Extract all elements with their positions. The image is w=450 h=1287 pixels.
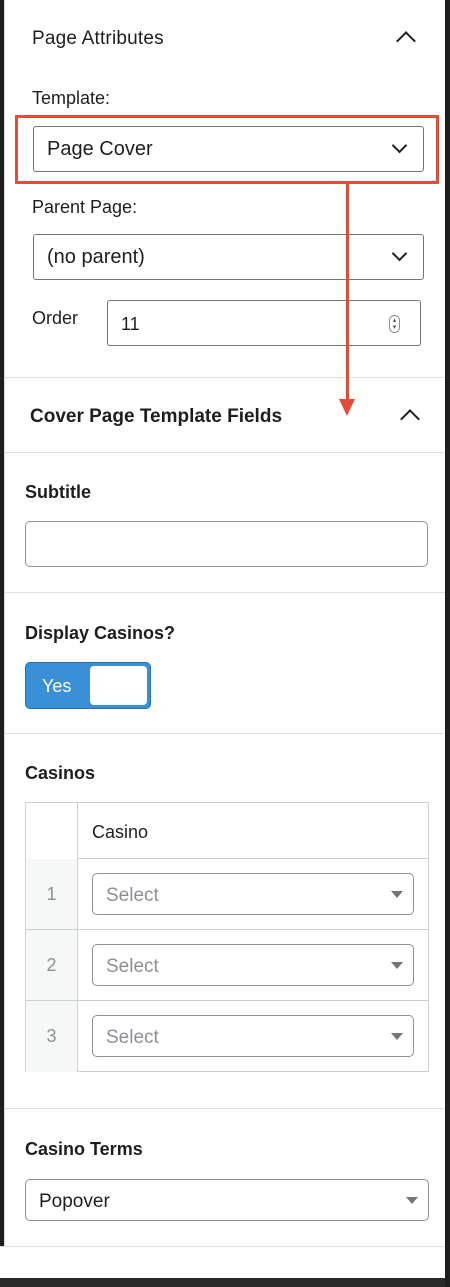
annotation-arrow-icon (339, 399, 355, 416)
casino-select[interactable]: Select (92, 873, 414, 915)
chevron-down-icon (391, 245, 408, 262)
section-divider (5, 452, 446, 453)
parent-page-select[interactable]: (no parent) (33, 234, 424, 280)
display-casinos-toggle[interactable]: Yes (25, 662, 151, 709)
casino-terms-select[interactable]: Popover (25, 1179, 429, 1221)
scrollbar-track[interactable] (445, 0, 450, 1287)
template-label: Template: (32, 88, 111, 108)
repeater-row: 1 Select (26, 859, 428, 930)
casino-select-value: Select (106, 885, 159, 906)
cover-fields-title: Cover Page Template Fields (30, 406, 283, 427)
annotation-highlight-box (15, 115, 439, 184)
repeater-row: 2 Select (26, 930, 428, 1001)
order-label: Order (32, 308, 79, 328)
caret-down-icon (391, 1033, 403, 1040)
display-casinos-label: Display Casinos? (25, 623, 176, 643)
casinos-repeater: Casino 1 Select 2 Select 3 Select (25, 802, 429, 1072)
casino-select-value: Select (106, 956, 159, 977)
row-number[interactable]: 2 (26, 930, 78, 1000)
chevron-up-icon[interactable] (396, 31, 416, 51)
caret-down-icon (391, 962, 403, 969)
caret-down-icon (406, 1197, 418, 1204)
caret-down-icon (391, 891, 403, 898)
toggle-knob (90, 666, 147, 705)
field-divider (5, 592, 446, 593)
repeater-row: 3 Select (26, 1001, 428, 1072)
editor-sidebar-page: Page Attributes Template: Page Cover Par… (0, 0, 450, 1287)
field-divider (5, 733, 446, 734)
parent-page-select-value: (no parent) (47, 246, 145, 268)
settings-panel: Page Attributes Template: Page Cover Par… (4, 0, 446, 1246)
order-input-value: 11 (121, 314, 140, 334)
casino-select[interactable]: Select (92, 944, 414, 986)
page-attributes-title: Page Attributes (32, 28, 164, 49)
casino-terms-select-value: Popover (39, 1191, 110, 1212)
chevron-up-icon[interactable] (400, 409, 420, 429)
toggle-label: Yes (42, 676, 72, 696)
page-attributes-header[interactable]: Page Attributes (5, 0, 446, 74)
casinos-label: Casinos (25, 763, 96, 783)
repeater-header-gutter (26, 803, 78, 859)
casino-select-value: Select (106, 1027, 159, 1048)
row-number[interactable]: 1 (26, 859, 78, 929)
annotation-arrow-line (346, 184, 349, 402)
subtitle-input[interactable] (25, 521, 428, 567)
subtitle-label: Subtitle (25, 482, 91, 502)
panel-shadow (0, 1278, 450, 1287)
parent-page-label: Parent Page: (32, 197, 138, 217)
repeater-header: Casino (26, 803, 428, 859)
order-input[interactable]: 11 ▴ ▾ (107, 300, 421, 346)
row-number[interactable]: 3 (26, 1001, 78, 1072)
field-divider (5, 1108, 446, 1109)
spinner-arrows-icon[interactable]: ▴ ▾ (389, 315, 400, 333)
repeater-column-title: Casino (92, 822, 149, 842)
casino-terms-label: Casino Terms (25, 1139, 143, 1159)
casino-select[interactable]: Select (92, 1015, 414, 1057)
